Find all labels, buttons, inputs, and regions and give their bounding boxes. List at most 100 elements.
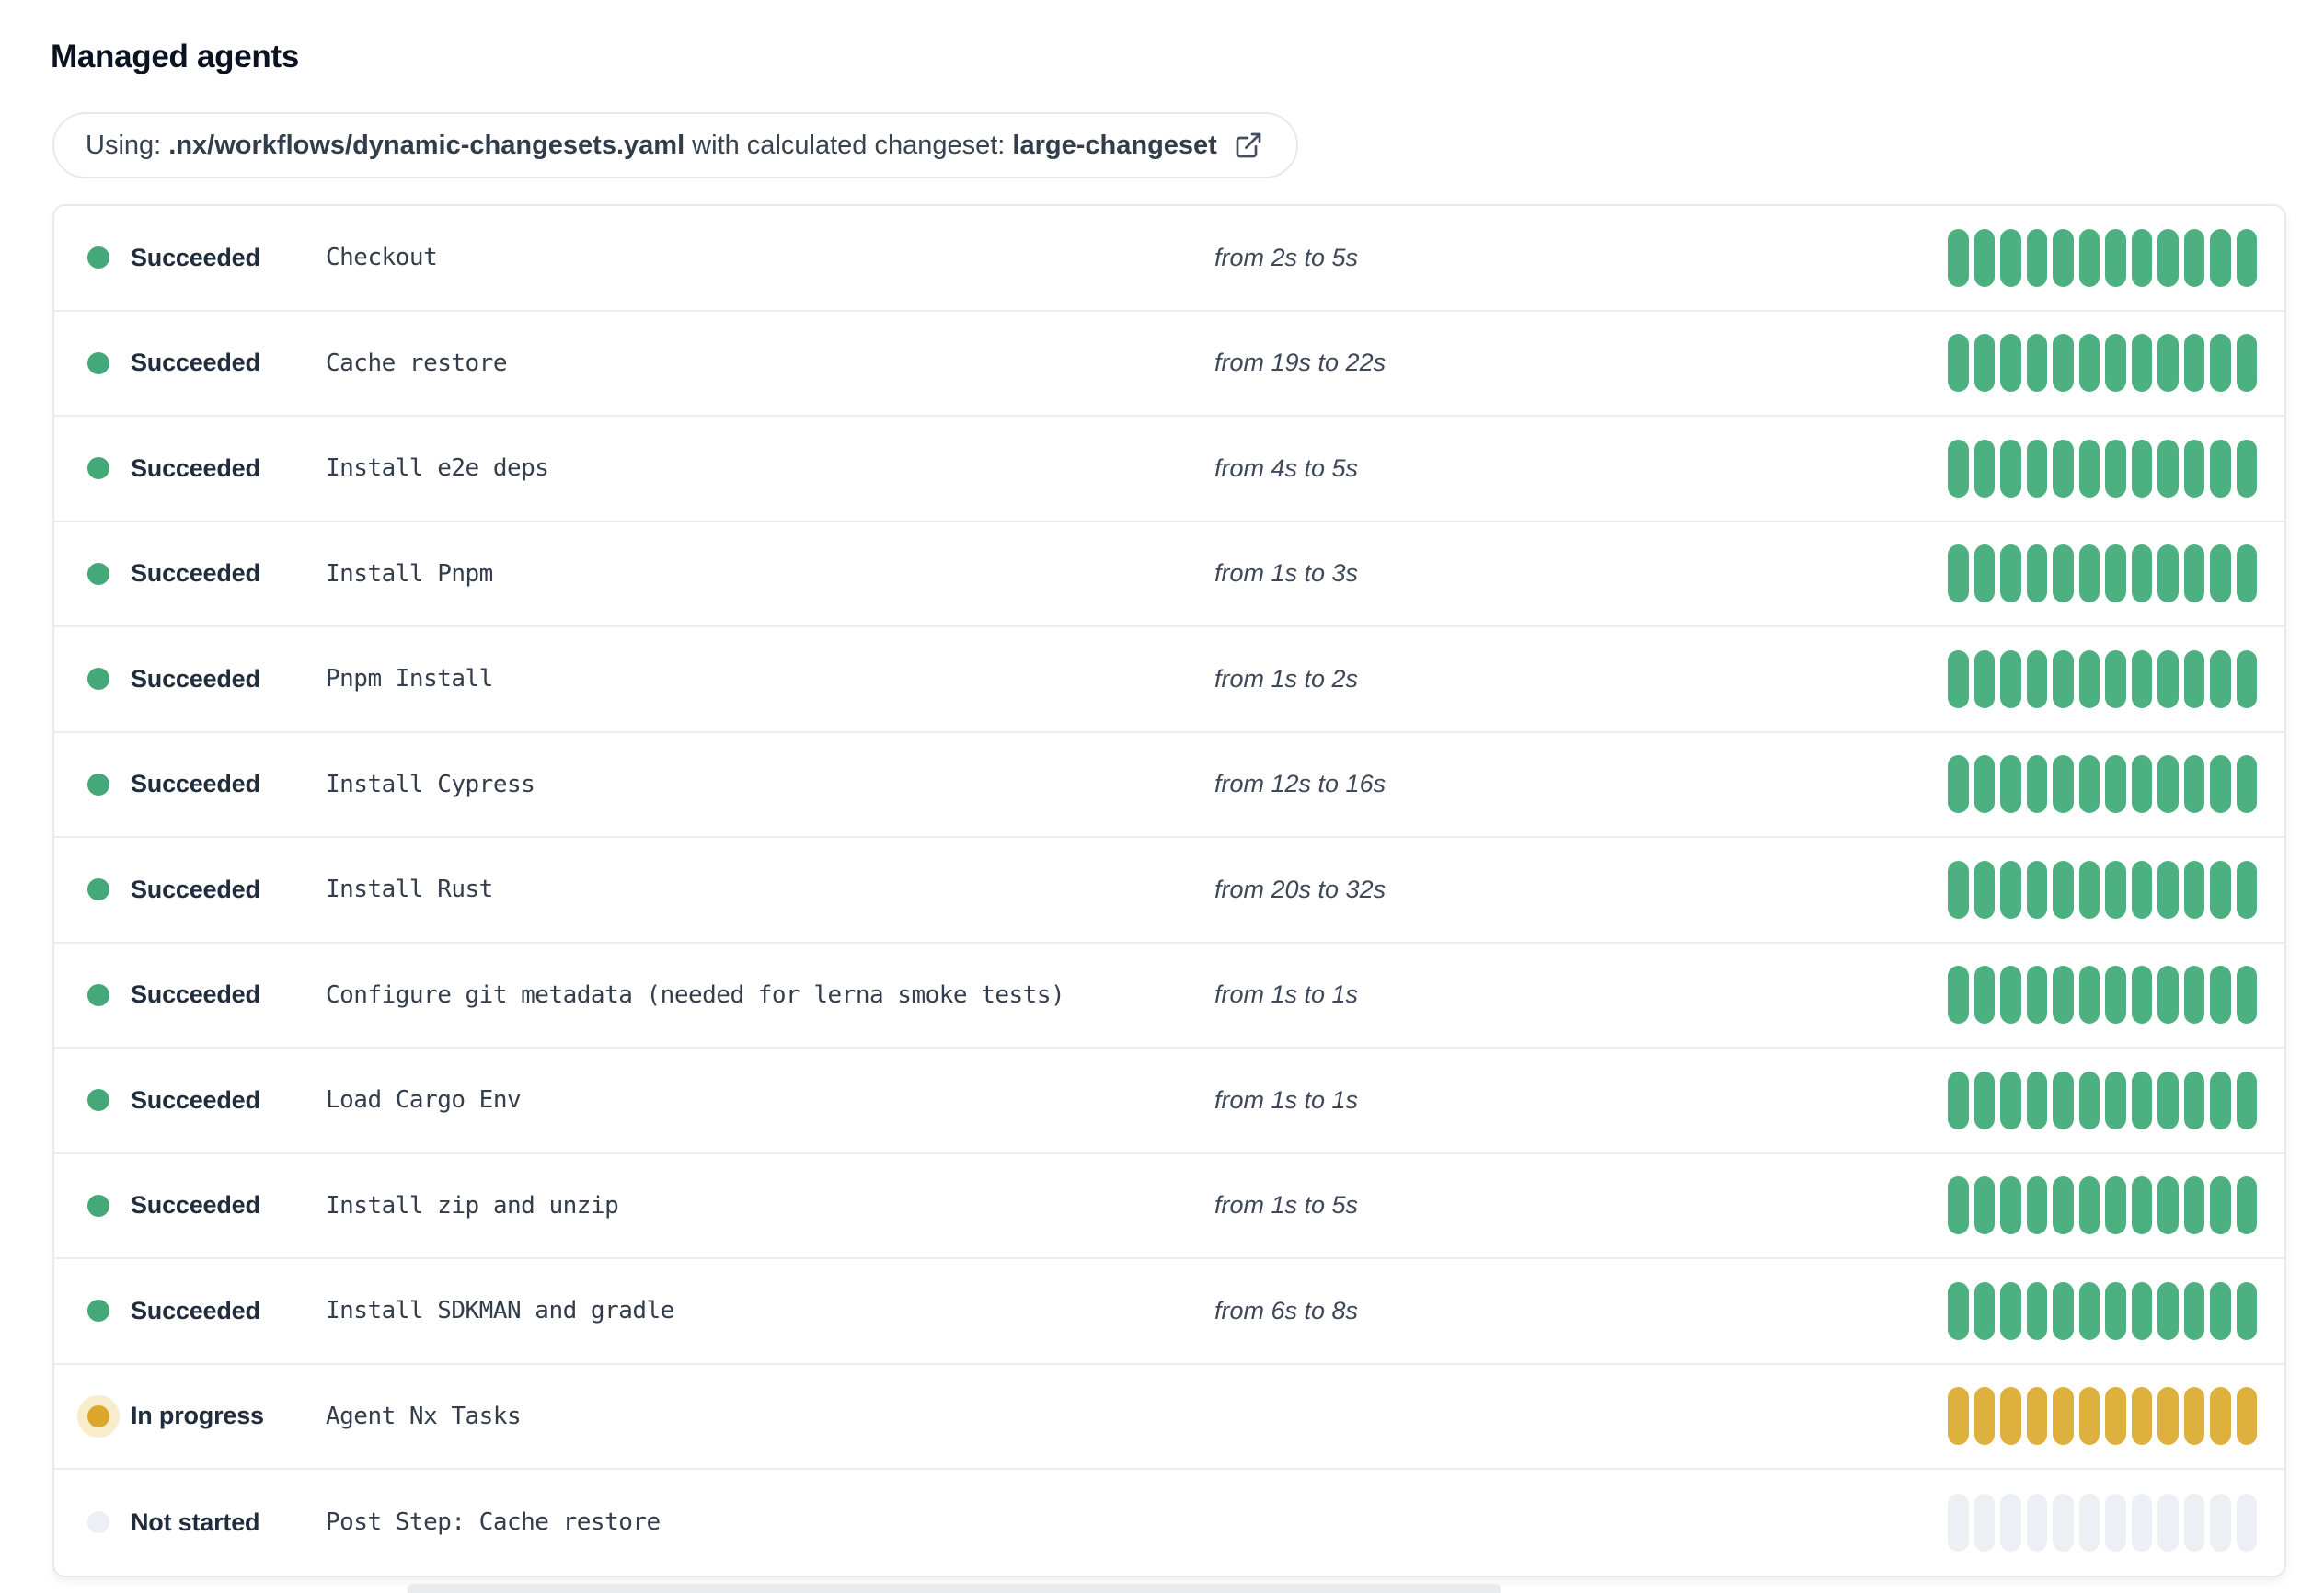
agents-progress-bar	[1948, 228, 2257, 287]
progress-segment	[2183, 544, 2204, 603]
agent-step-row[interactable]: Succeeded Pnpm Install from 1s to 2s	[54, 627, 2284, 733]
progress-segment	[2210, 1387, 2231, 1446]
progress-segment	[2053, 966, 2074, 1025]
step-name: Install Rust	[326, 876, 493, 904]
status-dot-icon	[87, 1089, 109, 1112]
progress-segment	[2000, 1176, 2021, 1235]
progress-segment	[2157, 228, 2179, 287]
progress-segment	[2183, 860, 2204, 919]
agent-step-row[interactable]: Succeeded Load Cargo Env from 1s to 1s	[54, 1049, 2284, 1154]
progress-segment	[1948, 1493, 1969, 1552]
agent-step-row[interactable]: Succeeded Configure git metadata (needed…	[54, 943, 2284, 1049]
progress-segment	[2183, 1493, 2204, 1552]
workflow-banner-link[interactable]: Using: .nx/workflows/dynamic-changesets.…	[52, 112, 1298, 178]
progress-segment	[2131, 755, 2152, 814]
status-dot-icon	[87, 983, 109, 1006]
duration-range: from 4s to 5s	[1214, 453, 1359, 482]
status-label: Succeeded	[131, 243, 260, 271]
progress-segment	[2053, 544, 2074, 603]
progress-segment	[2210, 1281, 2231, 1340]
progress-segment	[2078, 1281, 2100, 1340]
progress-segment	[2026, 649, 2047, 708]
progress-segment	[2053, 228, 2074, 287]
progress-segment	[1948, 544, 1969, 603]
status-dot-icon	[87, 1300, 109, 1323]
duration-range: from 20s to 32s	[1214, 875, 1386, 903]
progress-segment	[2026, 966, 2047, 1025]
status-dot-icon	[87, 773, 109, 796]
status-cell: Succeeded	[54, 876, 326, 904]
status-cell: Succeeded	[54, 559, 326, 588]
progress-segment	[2236, 966, 2257, 1025]
progress-segment	[2000, 649, 2021, 708]
progress-segment	[2131, 1281, 2152, 1340]
progress-segment	[2105, 1387, 2126, 1446]
agent-step-row[interactable]: Succeeded Install Rust from 20s to 32s	[54, 838, 2284, 944]
agent-step-row[interactable]: Succeeded Install SDKMAN and gradle from…	[54, 1259, 2284, 1365]
progress-segment	[2157, 1281, 2179, 1340]
progress-segment	[1973, 439, 1995, 498]
progress-segment	[2157, 1176, 2179, 1235]
agents-progress-bar	[1948, 860, 2257, 919]
progress-segment	[1973, 1387, 1995, 1446]
agent-step-row[interactable]: Succeeded Checkout from 2s to 5s	[54, 206, 2284, 312]
progress-segment	[2000, 544, 2021, 603]
progress-segment	[2105, 860, 2126, 919]
progress-segment	[2026, 1493, 2047, 1552]
progress-segment	[2053, 334, 2074, 393]
agents-progress-bar	[1948, 1387, 2257, 1446]
status-label: Succeeded	[131, 559, 260, 588]
progress-segment	[2183, 1176, 2204, 1235]
progress-segment	[2000, 334, 2021, 393]
progress-segment	[2078, 755, 2100, 814]
agent-step-row[interactable]: In progress Agent Nx Tasks	[54, 1364, 2284, 1470]
progress-segment	[2026, 544, 2047, 603]
step-name: Agent Nx Tasks	[326, 1402, 522, 1430]
status-dot-icon	[87, 457, 109, 480]
agent-step-row[interactable]: Succeeded Install zip and unzip from 1s …	[54, 1153, 2284, 1259]
agent-step-row[interactable]: Succeeded Cache restore from 19s to 22s	[54, 311, 2284, 417]
step-name: Post Step: Cache restore	[326, 1508, 661, 1537]
progress-segment	[2131, 649, 2152, 708]
progress-segment	[2183, 439, 2204, 498]
agent-step-row[interactable]: Succeeded Install Cypress from 12s to 16…	[54, 732, 2284, 838]
progress-segment	[2183, 755, 2204, 814]
progress-segment	[2000, 1281, 2021, 1340]
agent-step-row[interactable]: Succeeded Install Pnpm from 1s to 3s	[54, 521, 2284, 627]
agent-step-row[interactable]: Succeeded Install e2e deps from 4s to 5s	[54, 417, 2284, 522]
agent-step-row[interactable]: Not started Post Step: Cache restore	[54, 1470, 2284, 1576]
progress-segment	[2000, 228, 2021, 287]
duration-range: from 1s to 1s	[1214, 1085, 1359, 1114]
step-name: Configure git metadata (needed for lerna…	[326, 980, 1065, 1009]
status-label: Succeeded	[131, 770, 260, 798]
workflow-path: .nx/workflows/dynamic-changesets.yaml	[168, 130, 685, 160]
progress-segment	[1973, 228, 1995, 287]
status-label: Succeeded	[131, 349, 260, 377]
status-dot-icon	[87, 1194, 109, 1217]
progress-segment	[1948, 649, 1969, 708]
progress-segment	[2026, 1281, 2047, 1340]
status-label: Not started	[131, 1507, 260, 1536]
status-cell: Not started	[54, 1508, 326, 1537]
progress-segment	[2236, 1071, 2257, 1129]
progress-segment	[2210, 966, 2231, 1025]
status-label: Succeeded	[131, 1085, 260, 1114]
duration-range: from 12s to 16s	[1214, 770, 1386, 798]
progress-segment	[2210, 649, 2231, 708]
agents-progress-bar	[1948, 1493, 2257, 1552]
status-label: Succeeded	[131, 453, 260, 482]
status-dot-icon	[87, 246, 109, 269]
progress-segment	[2131, 966, 2152, 1025]
progress-segment	[2236, 1387, 2257, 1446]
step-name: Install Cypress	[326, 770, 535, 798]
progress-segment	[1973, 755, 1995, 814]
progress-segment	[2183, 1387, 2204, 1446]
progress-segment	[2053, 860, 2074, 919]
status-cell: Succeeded	[54, 1191, 326, 1220]
progress-segment	[2105, 649, 2126, 708]
progress-segment	[2105, 966, 2126, 1025]
progress-segment	[2131, 1176, 2152, 1235]
progress-segment	[2236, 334, 2257, 393]
progress-segment	[2210, 334, 2231, 393]
progress-segment	[1948, 1071, 1969, 1129]
